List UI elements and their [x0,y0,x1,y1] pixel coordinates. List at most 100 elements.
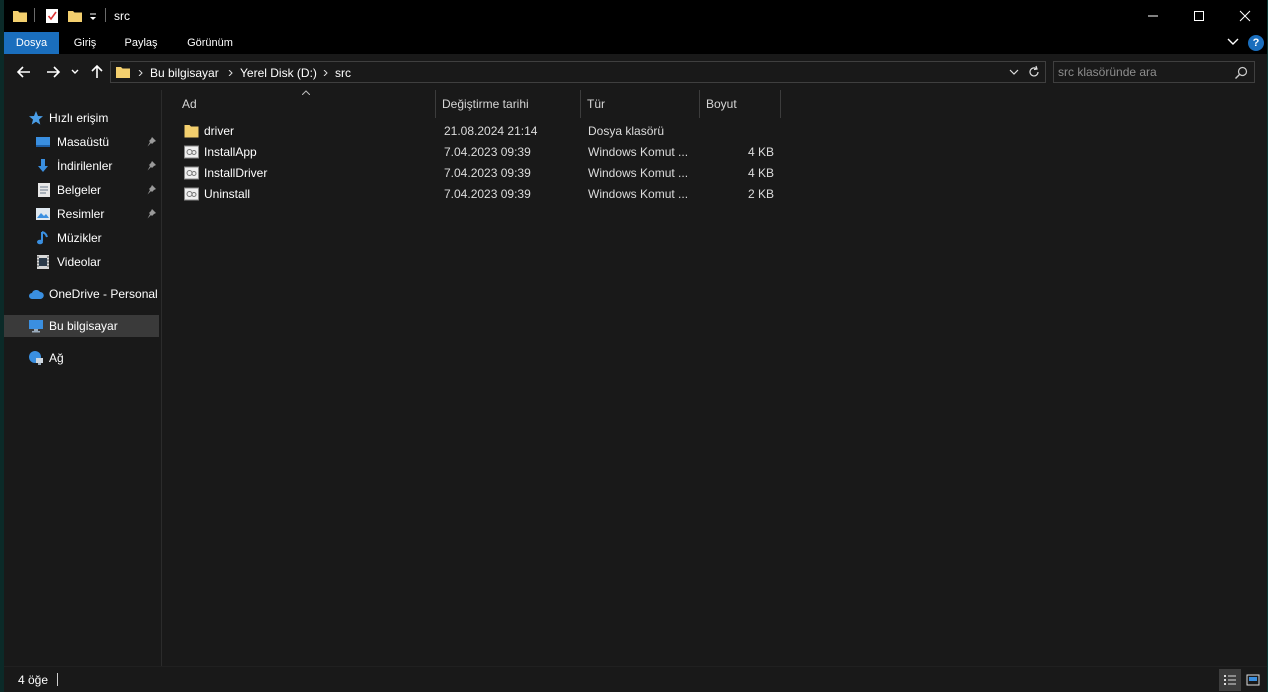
sidebar-item-label: Videolar [57,255,101,269]
batch-file-icon [184,166,199,180]
sidebar-item-label: Belgeler [57,183,102,197]
maximize-button[interactable] [1176,0,1222,32]
minimize-button[interactable] [1130,0,1176,32]
column-label: Boyut [706,97,737,111]
sidebar-item-resimler[interactable]: Resimler [4,203,159,225]
item-count: 4 öğe [18,673,49,687]
address-history-icon[interactable] [1009,69,1019,77]
sidebar-item-masaustu[interactable]: Masaüstü [4,131,159,153]
sidebar-item-label: Masaüstü [57,135,110,149]
computer-icon [29,320,43,333]
column-label: Tür [587,97,605,111]
download-icon [38,159,48,172]
title-separator [34,8,35,22]
file-type: Windows Komut ... [588,145,689,159]
sidebar-item-bu-bilgisayar[interactable]: Bu bilgisayar [4,315,159,337]
large-icons-view-icon [1246,674,1260,686]
file-size: 4 KB [747,166,774,180]
network-icon [29,351,43,365]
sidebar-item-onedrive[interactable]: OneDrive - Personal [4,283,159,305]
folder-icon [13,11,27,22]
up-arrow-icon[interactable] [89,64,105,80]
breadcrumb-src[interactable]: src [335,66,351,80]
sidebar-item-belgeler[interactable]: Belgeler [4,179,159,201]
file-size: 4 KB [747,145,774,159]
minimize-icon [1148,15,1158,17]
tab-dosya[interactable]: Dosya [4,32,59,54]
navigation-pane: Hızlı erişim Masaüstü İndirilenler Belge… [4,90,162,666]
column-header-name[interactable]: Ad [176,90,436,118]
chevron-right-icon[interactable] [228,70,234,76]
music-icon [37,231,48,245]
chevron-right-icon[interactable] [138,70,144,76]
file-date: 21.08.2024 21:14 [444,124,538,138]
large-icons-view-button[interactable] [1242,669,1264,691]
folder-icon [116,67,130,78]
window-title: src [114,9,130,23]
file-date: 7.04.2023 09:39 [444,187,531,201]
file-type: Windows Komut ... [588,187,689,201]
file-type: Dosya klasörü [588,124,665,138]
file-row-installdriver[interactable]: InstallDriver 7.04.2023 09:39 Windows Ko… [180,163,780,184]
column-header-type[interactable]: Tür [581,90,699,118]
column-header-size[interactable]: Boyut [700,90,780,118]
star-icon [29,111,43,125]
breadcrumb-yerel-disk[interactable]: Yerel Disk (D:) [240,66,317,80]
search-box[interactable] [1053,61,1255,83]
pin-icon[interactable] [146,184,157,195]
address-bar[interactable]: Bu bilgisayar Yerel Disk (D:) src [110,61,1046,83]
recent-locations-icon[interactable] [70,64,80,80]
expand-ribbon-icon[interactable] [1226,35,1240,49]
file-type: Windows Komut ... [588,166,689,180]
title-bar[interactable]: src [4,0,1268,32]
details-view-icon [1224,675,1236,685]
column-label: Değiştirme tarihi [442,97,529,111]
back-arrow-icon[interactable] [16,64,32,80]
properties-icon[interactable] [44,8,60,24]
refresh-icon[interactable] [1027,65,1041,79]
sidebar-item-indirilenler[interactable]: İndirilenler [4,155,159,177]
file-name: driver [204,124,235,138]
pin-icon[interactable] [146,136,157,147]
sidebar-item-videolar[interactable]: Videolar [4,251,159,273]
search-input[interactable] [1058,64,1228,80]
forward-arrow-icon[interactable] [45,64,61,80]
file-row-driver[interactable]: driver 21.08.2024 21:14 Dosya klasörü [180,121,780,142]
batch-file-icon [184,187,199,201]
column-divider[interactable] [780,90,781,118]
sidebar-item-label: Bu bilgisayar [49,319,118,333]
sidebar-item-muzikler[interactable]: Müzikler [4,227,159,249]
sidebar-item-label: Ağ [49,351,64,365]
search-icon[interactable] [1234,66,1248,80]
batch-file-icon [184,145,199,159]
details-view-button[interactable] [1219,669,1241,691]
close-button[interactable] [1222,0,1268,32]
sidebar-item-label: OneDrive - Personal [49,287,158,301]
pin-icon[interactable] [146,208,157,219]
sidebar-item-label: Hızlı erişim [49,111,109,125]
pin-icon[interactable] [146,160,157,171]
desktop-icon [36,137,50,147]
maximize-icon [1194,11,1204,21]
column-header-date[interactable]: Değiştirme tarihi [436,90,580,118]
sidebar-item-ag[interactable]: Ağ [4,347,159,369]
status-separator [57,673,58,686]
customize-toolbar-icon[interactable] [88,8,98,24]
help-button[interactable]: ? [1248,35,1264,51]
file-row-installapp[interactable]: InstallApp 7.04.2023 09:39 Windows Komut… [180,142,780,163]
sidebar-item-label: Müzikler [57,231,102,245]
tab-giris[interactable]: Giriş [61,32,109,54]
documents-icon [38,183,50,197]
file-date: 7.04.2023 09:39 [444,166,531,180]
file-row-uninstall[interactable]: Uninstall 7.04.2023 09:39 Windows Komut … [180,184,780,205]
tab-gorunum[interactable]: Görünüm [177,32,243,54]
tab-paylas[interactable]: Paylaş [115,32,167,54]
chevron-right-icon[interactable] [323,70,329,76]
breadcrumb-bu-bilgisayar[interactable]: Bu bilgisayar [150,66,219,80]
new-folder-icon[interactable] [67,8,83,24]
sidebar-item-label: İndirilenler [57,159,113,173]
column-label: Ad [182,97,197,111]
cloud-icon [29,289,44,299]
sidebar-item-hizli-erisim[interactable]: Hızlı erişim [4,107,159,129]
folder-icon [184,125,199,138]
